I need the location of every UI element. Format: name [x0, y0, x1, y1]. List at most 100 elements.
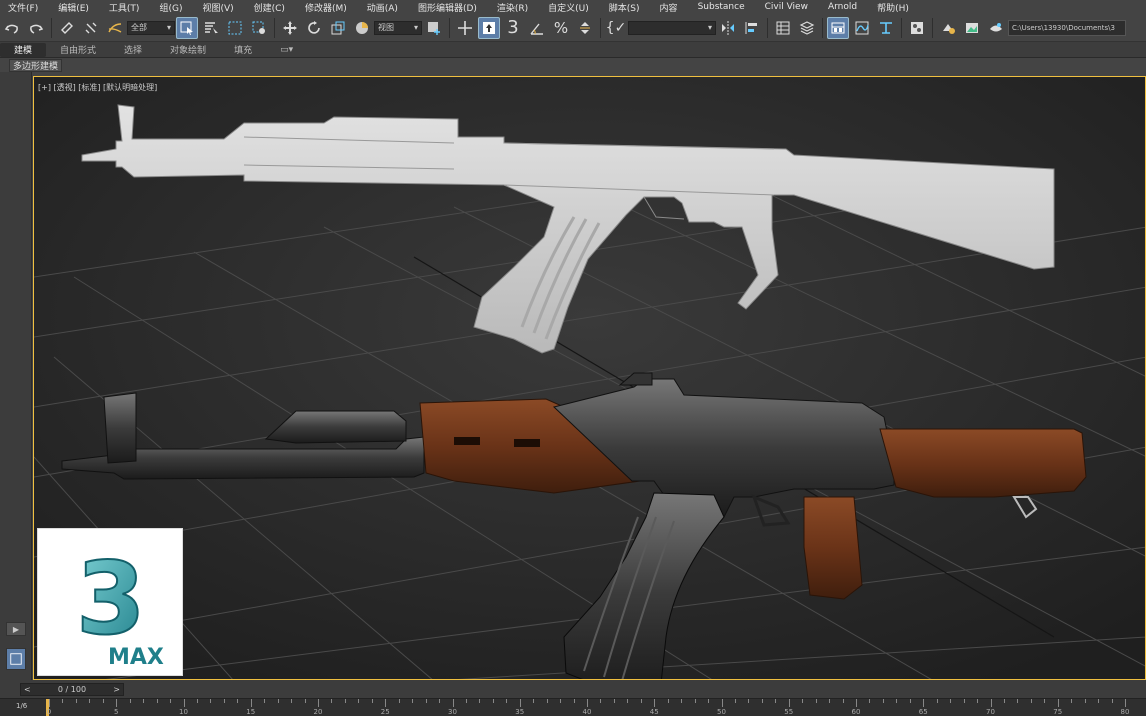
rotate-icon[interactable] — [303, 17, 325, 39]
timeline-tick-label: 80 — [1120, 708, 1130, 716]
ribbon-tabs: 建模 自由形式 选择 对象绘制 填充 ▭▾ — [0, 42, 1146, 58]
ribbon-options-icon[interactable]: ▭▾ — [266, 43, 307, 57]
timeline-tick — [977, 699, 979, 703]
move-icon[interactable] — [279, 17, 301, 39]
timeline-tick-label: 50 — [717, 708, 726, 716]
spinner-snap-icon[interactable] — [574, 17, 596, 39]
polygon-modeling-tab[interactable]: 多边形建模 — [9, 58, 63, 72]
select-manipulate-icon[interactable] — [454, 17, 476, 39]
align-icon[interactable] — [741, 17, 763, 39]
timeline-ruler[interactable]: 1/6 0 5 10 15 20 25 30 35 40 45 50 55 60 65 70 75 80 — [0, 698, 1146, 716]
reference-coordinate-dropdown[interactable]: 视图 ▾ — [374, 20, 422, 35]
viewport-layout-icon[interactable] — [6, 648, 26, 670]
rendered-frame-window-icon[interactable] — [961, 17, 983, 39]
edit-named-selection-icon[interactable]: {✓ — [605, 17, 627, 39]
menu-item-modifiers[interactable]: 修改器(M) — [305, 1, 347, 14]
ribbon-tab-freeform[interactable]: 自由形式 — [46, 43, 110, 57]
menu-item-help[interactable]: 帮助(H) — [877, 1, 909, 14]
named-selection-dropdown[interactable]: ▾ — [628, 20, 716, 35]
menu-item-scripting[interactable]: 脚本(S) — [609, 1, 640, 14]
select-by-name-icon[interactable] — [200, 17, 222, 39]
percent-snap-icon[interactable]: % — [550, 17, 572, 39]
timeline-tick — [439, 699, 441, 703]
timeline-tick — [1111, 699, 1113, 703]
curve-editor-icon[interactable] — [851, 17, 873, 39]
timeline-tick — [734, 699, 736, 703]
link-icon[interactable] — [56, 17, 78, 39]
timeline-tick — [358, 699, 360, 703]
place-icon[interactable] — [351, 17, 373, 39]
time-slider[interactable]: < 0 / 100 > — [20, 683, 124, 696]
timeline-tick — [452, 699, 454, 707]
main-toolbar: 全部 ▾ 视图 ▾ 3 % {✓ ▾ C:\Users\13930\Docume… — [0, 14, 1146, 42]
timeline-tick — [116, 699, 118, 707]
menu-item-rendering[interactable]: 渲染(R) — [497, 1, 528, 14]
angle-snap-icon[interactable] — [526, 17, 548, 39]
pivot-center-icon[interactable] — [423, 17, 445, 39]
ribbon-tab-populate[interactable]: 填充 — [220, 43, 266, 57]
scale-icon[interactable] — [327, 17, 349, 39]
menu-item-tools[interactable]: 工具(T) — [109, 1, 140, 14]
layer-explorer-icon[interactable] — [796, 17, 818, 39]
timeline-tick — [573, 699, 575, 703]
timeline-tick — [667, 699, 669, 703]
timeline-tick — [546, 699, 548, 703]
timeline-tick — [1044, 699, 1046, 703]
unlink-icon[interactable] — [80, 17, 102, 39]
menu-item-group[interactable]: 组(G) — [159, 1, 182, 14]
render-production-icon[interactable] — [985, 17, 1007, 39]
menu-item-graph-editors[interactable]: 图形编辑器(D) — [418, 1, 477, 14]
ribbon-tab-object-paint[interactable]: 对象绘制 — [156, 43, 220, 57]
ribbon-tab-modeling[interactable]: 建模 — [0, 42, 47, 57]
timeline-tick — [1030, 699, 1032, 703]
menu-item-create[interactable]: 创建(C) — [254, 1, 285, 14]
3dsmax-logo: 3 MAX — [37, 528, 183, 676]
keyboard-shortcut-override-icon[interactable] — [478, 16, 500, 39]
schematic-view-icon[interactable] — [875, 17, 897, 39]
toggle-ribbon-icon[interactable] — [827, 16, 849, 39]
scene-explorer-icon[interactable] — [772, 17, 794, 39]
timeline-tick — [950, 699, 952, 703]
material-editor-icon[interactable] — [906, 17, 928, 39]
timeline-tick-label: 25 — [380, 708, 390, 716]
selection-filter-value: 全部 — [131, 23, 147, 32]
prev-frame-icon[interactable]: < — [24, 685, 31, 694]
expand-arrow-icon[interactable]: ▶ — [6, 622, 26, 636]
menu-item-edit[interactable]: 编辑(E) — [58, 1, 89, 14]
menu-item-file[interactable]: 文件(F) — [8, 1, 38, 14]
select-object-icon[interactable] — [176, 16, 198, 39]
undo-icon[interactable] — [1, 17, 23, 39]
bind-space-warp-icon[interactable] — [104, 17, 126, 39]
redo-icon[interactable] — [25, 17, 47, 39]
menu-item-views[interactable]: 视图(V) — [202, 1, 233, 14]
ribbon-tab-selection[interactable]: 选择 — [110, 43, 156, 57]
snaps-toggle-icon[interactable]: 3 — [502, 17, 524, 39]
rectangular-selection-icon[interactable] — [224, 17, 246, 39]
menu-item-civil-view[interactable]: Civil View — [765, 2, 808, 12]
menu-item-arnold[interactable]: Arnold — [828, 2, 857, 12]
window-crossing-icon[interactable] — [248, 17, 270, 39]
timeline-tick — [761, 699, 763, 703]
timeline-left-label: 1/6 — [16, 702, 28, 710]
timeline-tick — [264, 699, 266, 703]
timeline-tick — [129, 699, 131, 703]
next-frame-icon[interactable]: > — [113, 685, 120, 694]
render-setup-icon[interactable] — [937, 17, 959, 39]
project-path-field[interactable]: C:\Users\13930\Documents\3 — [1008, 19, 1126, 36]
timeline-tick-label: 40 — [582, 708, 592, 716]
timeline-tick — [829, 699, 831, 703]
menu-item-substance[interactable]: Substance — [698, 2, 745, 12]
mirror-icon[interactable] — [717, 17, 739, 39]
perspective-viewport[interactable]: [+] [透视] [标准] [默认明暗处理] 3 MAX — [33, 76, 1146, 680]
timeline-tick — [465, 699, 467, 703]
selection-filter-dropdown[interactable]: 全部 ▾ — [127, 20, 175, 35]
menu-item-customize[interactable]: 自定义(U) — [548, 1, 589, 14]
viewport-label[interactable]: [+] [透视] [标准] [默认明暗处理] — [38, 82, 157, 93]
toolbar-separator — [932, 17, 933, 38]
menu-item-content[interactable]: 内容 — [660, 1, 678, 14]
timeline-tick — [210, 699, 212, 703]
menu-item-animation[interactable]: 动画(A) — [367, 1, 398, 14]
timeline-tick — [788, 699, 790, 707]
timeline-tick — [640, 699, 642, 703]
timeline-tick — [492, 699, 494, 703]
